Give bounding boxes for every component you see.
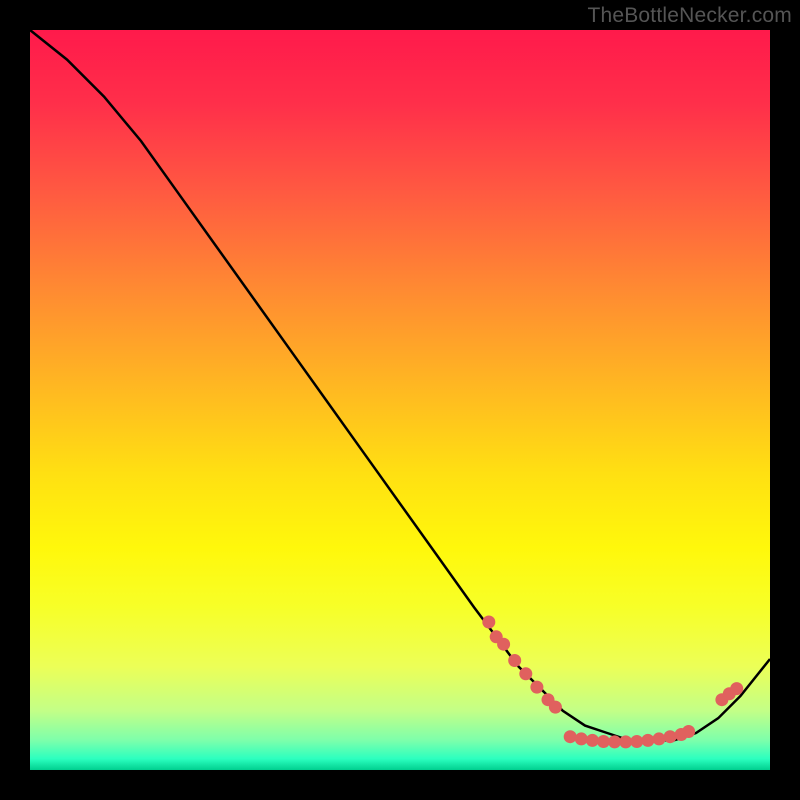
data-marker (682, 725, 695, 738)
data-marker (482, 616, 495, 629)
data-marker (630, 735, 643, 748)
data-marker (519, 667, 532, 680)
data-marker (653, 732, 666, 745)
data-marker (497, 638, 510, 651)
data-marker (575, 732, 588, 745)
data-marker (586, 734, 599, 747)
data-marker (664, 730, 677, 743)
chart-stage: TheBottleNecker.com (0, 0, 800, 800)
data-marker (564, 730, 577, 743)
data-marker (508, 654, 521, 667)
data-marker (730, 682, 743, 695)
chart-svg (30, 30, 770, 770)
data-marker (597, 735, 610, 748)
data-marker (619, 735, 632, 748)
data-marker (608, 735, 621, 748)
watermark-text: TheBottleNecker.com (587, 4, 792, 28)
data-marker (530, 681, 543, 694)
plot-area (30, 30, 770, 770)
data-marker (641, 734, 654, 747)
data-marker (549, 701, 562, 714)
